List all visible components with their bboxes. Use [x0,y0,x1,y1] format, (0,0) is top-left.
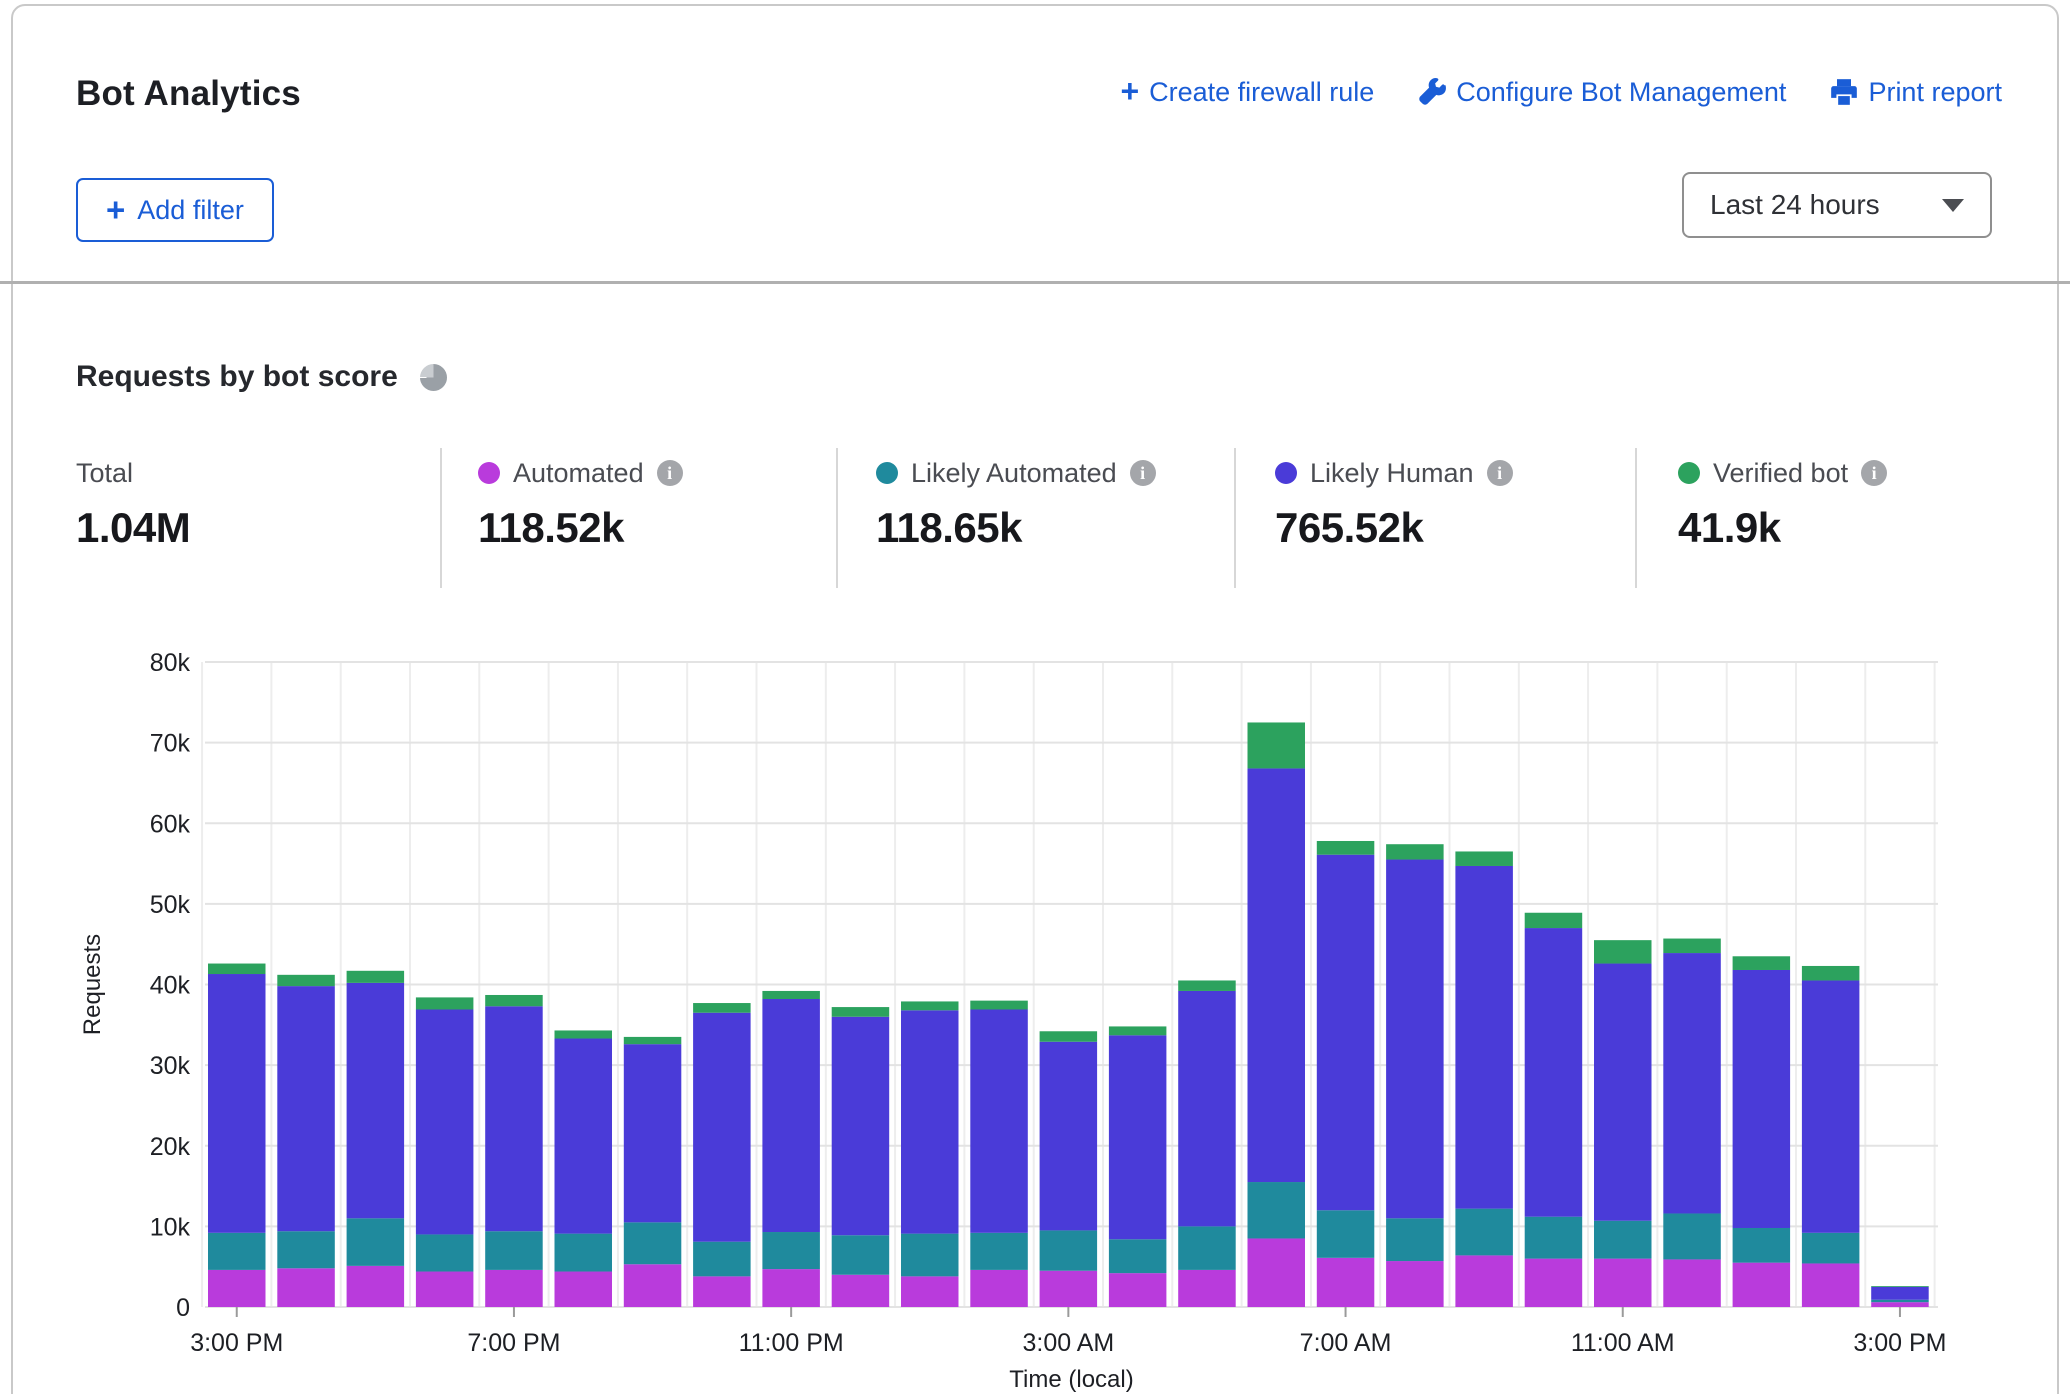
page-title: Bot Analytics [76,74,301,114]
create-firewall-rule-label: Create firewall rule [1149,77,1374,108]
svg-text:3:00 PM: 3:00 PM [190,1329,283,1357]
printer-icon [1830,78,1858,106]
configure-bot-management-link[interactable]: Configure Bot Management [1418,77,1786,108]
info-icon[interactable]: i [1487,460,1513,486]
likely-automated-legend-dot [876,462,898,484]
svg-text:40k: 40k [150,972,191,1000]
stat-divider [440,448,442,588]
time-range-value: Last 24 hours [1710,189,1880,221]
stacked-bar-chart[interactable]: 0 10k 20k 30k 40k 50k 60k 70k 80k 3:00 PM 7:00 PM 1… [0,600,2070,1394]
svg-text:11:00 AM: 11:00 AM [1571,1329,1675,1357]
stat-total-value: 1.04M [76,504,190,552]
stat-automated-value: 118.52k [478,504,683,552]
requests-by-bot-score-chart[interactable]: 0 10k 20k 30k 40k 50k 60k 70k 80k 3:00 PM 7:00 PM 1… [0,600,2070,1394]
stat-automated: Automated i 118.52k [478,456,683,552]
section-heading: Requests by bot score [76,360,447,394]
stat-likely-automated-value: 118.65k [876,504,1156,552]
print-report-link[interactable]: Print report [1830,77,2002,108]
svg-text:3:00 AM: 3:00 AM [1022,1329,1114,1357]
create-firewall-rule-link[interactable]: + Create firewall rule [1120,76,1374,108]
add-filter-label: Add filter [137,195,244,226]
automated-legend-dot [478,462,500,484]
verified-bot-legend-dot [1678,462,1700,484]
svg-text:60k: 60k [150,810,191,838]
svg-text:11:00 PM: 11:00 PM [739,1329,844,1357]
configure-bot-management-label: Configure Bot Management [1456,77,1786,108]
svg-text:Time (local): Time (local) [1009,1366,1133,1393]
plus-icon: + [106,193,125,226]
stat-verified-bot: Verified bot i 41.9k [1678,456,1887,552]
stat-verified-bot-label: Verified bot [1713,458,1848,489]
stat-divider [1635,448,1637,588]
plus-icon: + [1120,75,1139,107]
add-filter-button[interactable]: + Add filter [76,178,274,242]
svg-text:7:00 AM: 7:00 AM [1300,1329,1392,1357]
bot-analytics-page: Bot Analytics + Create firewall rule Con… [0,0,2070,1394]
svg-text:70k: 70k [150,730,191,758]
stat-total-label: Total [76,458,133,489]
svg-text:10k: 10k [150,1213,191,1241]
svg-text:30k: 30k [150,1052,191,1080]
svg-text:50k: 50k [150,891,191,919]
svg-text:Requests: Requests [79,934,106,1035]
print-report-label: Print report [1868,77,2002,108]
likely-human-legend-dot [1275,462,1297,484]
stat-likely-human: Likely Human i 765.52k [1275,456,1513,552]
svg-text:20k: 20k [150,1133,191,1161]
stat-automated-label: Automated [513,458,644,489]
stat-divider [836,448,838,588]
stat-divider [1234,448,1236,588]
stat-total: Total 1.04M [76,456,190,552]
svg-text:3:00 PM: 3:00 PM [1853,1329,1946,1357]
header-actions: + Create firewall rule Configure Bot Man… [1120,76,2002,108]
info-icon[interactable]: i [1861,460,1887,486]
svg-text:0: 0 [176,1294,190,1322]
svg-text:7:00 PM: 7:00 PM [467,1329,560,1357]
stat-likely-automated: Likely Automated i 118.65k [876,456,1156,552]
wrench-icon [1418,78,1446,106]
section-title: Requests by bot score [76,360,398,394]
svg-text:80k: 80k [150,649,191,677]
stat-likely-human-value: 765.52k [1275,504,1513,552]
stat-likely-human-label: Likely Human [1310,458,1474,489]
pie-chart-icon [420,364,447,391]
info-icon[interactable]: i [657,460,683,486]
time-range-select[interactable]: Last 24 hours [1682,172,1992,238]
stat-verified-bot-value: 41.9k [1678,504,1887,552]
header-divider [0,281,2070,284]
stat-likely-automated-label: Likely Automated [911,458,1117,489]
chevron-down-icon [1942,199,1964,212]
info-icon[interactable]: i [1130,460,1156,486]
